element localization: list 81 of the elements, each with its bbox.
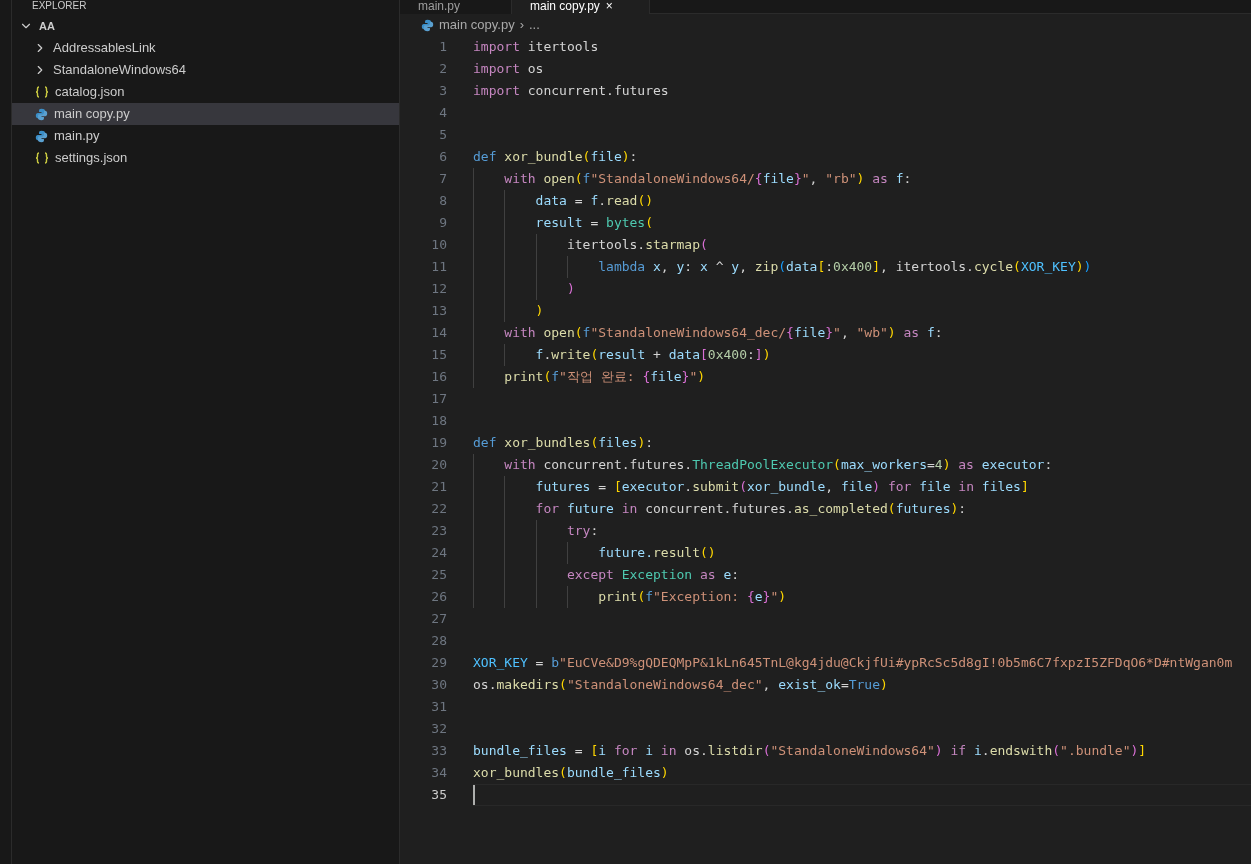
code-line: futures = [executor.submit(xor_bundle, file) for file in files]	[473, 476, 1029, 498]
code-line: data = f.read()	[473, 190, 654, 212]
code-line: print(f"Exception: {e}")	[473, 586, 787, 608]
line-number: 10	[430, 236, 447, 254]
line-number: 18	[430, 412, 447, 430]
file-tree-item[interactable]: main copy.py	[12, 103, 399, 125]
code-line: XOR_KEY = b"EuCVe&D9%gQDEQMpP&1kLn645TnL@kg4jdu@CkjfUi#ypRcSc5d8gI!0b5m6C7fxpzI5ZFDqO6*D#ntWgan0m	[473, 654, 1233, 672]
line-number: 17	[430, 390, 447, 408]
line-number: 20	[430, 456, 447, 474]
line-number: 15	[430, 346, 447, 364]
sidebar-title: EXPLORER	[32, 0, 87, 12]
code-line: os.makedirs("StandaloneWindows64_dec", exist_ok=True)	[473, 676, 888, 694]
code-line: )	[473, 300, 544, 322]
text-cursor	[473, 785, 475, 805]
line-number: 16	[430, 368, 447, 386]
line-number: 14	[430, 324, 447, 342]
code-line: def xor_bundle(file):	[473, 148, 638, 166]
braces-icon	[35, 152, 49, 164]
editor-tab[interactable]: main.py	[400, 0, 512, 14]
code-line: import itertools	[473, 38, 599, 56]
file-tree-item[interactable]: AddressablesLink	[12, 37, 399, 59]
code-line: def xor_bundles(files):	[473, 434, 654, 452]
line-number: 21	[430, 478, 447, 496]
close-icon[interactable]: ×	[605, 0, 613, 13]
code-line: lambda x, y: x ^ y, zip(data[:0x400], itertools.cycle(XOR_KEY))	[473, 256, 1092, 278]
line-number: 23	[430, 522, 447, 540]
line-number: 25	[430, 566, 447, 584]
breadcrumb-separator: ›	[519, 16, 524, 35]
line-number: 9	[438, 214, 447, 232]
code-line: import os	[473, 60, 544, 78]
braces-icon	[35, 86, 49, 98]
line-number: 11	[430, 258, 447, 276]
code-line: )	[473, 278, 575, 300]
line-number: 8	[438, 192, 447, 210]
code-line: result = bytes(	[473, 212, 654, 234]
file-tree-item[interactable]: AA	[12, 15, 399, 37]
editor-tab[interactable]: main copy.py ×	[512, 0, 650, 14]
file-tree-item[interactable]: settings.json	[12, 147, 399, 169]
line-number: 3	[438, 82, 447, 100]
code-line: with open(f"StandaloneWindows64/{file}", "rb") as f:	[473, 168, 912, 190]
line-number: 31	[430, 698, 447, 716]
line-number: 35	[430, 786, 447, 804]
file-tree-item[interactable]: StandaloneWindows64	[12, 59, 399, 81]
line-number: 13	[430, 302, 447, 320]
line-number: 5	[438, 126, 447, 144]
python-icon	[35, 129, 48, 143]
line-number: 12	[430, 280, 447, 298]
line-number: 2	[438, 60, 447, 78]
line-number: 29	[430, 654, 447, 672]
line-number: 7	[438, 170, 447, 188]
line-number: 22	[430, 500, 447, 518]
line-number: 30	[430, 676, 447, 694]
breadcrumb-file[interactable]: main copy.py	[439, 15, 515, 35]
line-number: 27	[430, 610, 447, 628]
code-line: print(f"작업 완료: {file}")	[473, 366, 706, 388]
code-line: xor_bundles(bundle_files)	[473, 764, 669, 782]
python-icon	[35, 107, 48, 121]
line-number: 26	[430, 588, 447, 606]
line-number: 19	[430, 434, 447, 452]
code-line: except Exception as e:	[473, 564, 740, 586]
line-number: 24	[430, 544, 447, 562]
code-line: with open(f"StandaloneWindows64_dec/{file}", "wb") as f:	[473, 322, 943, 344]
code-line: bundle_files = [i for i in os.listdir("StandaloneWindows64") if i.endswith(".bundle")]	[473, 742, 1147, 760]
file-tree-item[interactable]: main.py	[12, 125, 399, 147]
file-tree-item[interactable]: catalog.json	[12, 81, 399, 103]
code-line: import concurrent.futures	[473, 82, 669, 100]
code-line: with concurrent.futures.ThreadPoolExecutor(max_workers=4) as executor:	[473, 454, 1053, 476]
breadcrumb-more[interactable]: ...	[529, 15, 540, 35]
code-line: itertools.starmap(	[473, 234, 708, 256]
line-number: 1	[438, 38, 447, 56]
code-line: for future in concurrent.futures.as_completed(futures):	[473, 498, 967, 520]
line-number: 4	[438, 104, 447, 122]
line-number: 33	[430, 742, 447, 760]
code-line: f.write(result + data[0x400:])	[473, 344, 771, 366]
python-icon	[421, 18, 434, 32]
line-number: 6	[438, 148, 447, 166]
line-number: 32	[430, 720, 447, 738]
line-number: 28	[430, 632, 447, 650]
code-line: try:	[473, 520, 599, 542]
code-line: future.result()	[473, 542, 716, 564]
line-number: 34	[430, 764, 447, 782]
